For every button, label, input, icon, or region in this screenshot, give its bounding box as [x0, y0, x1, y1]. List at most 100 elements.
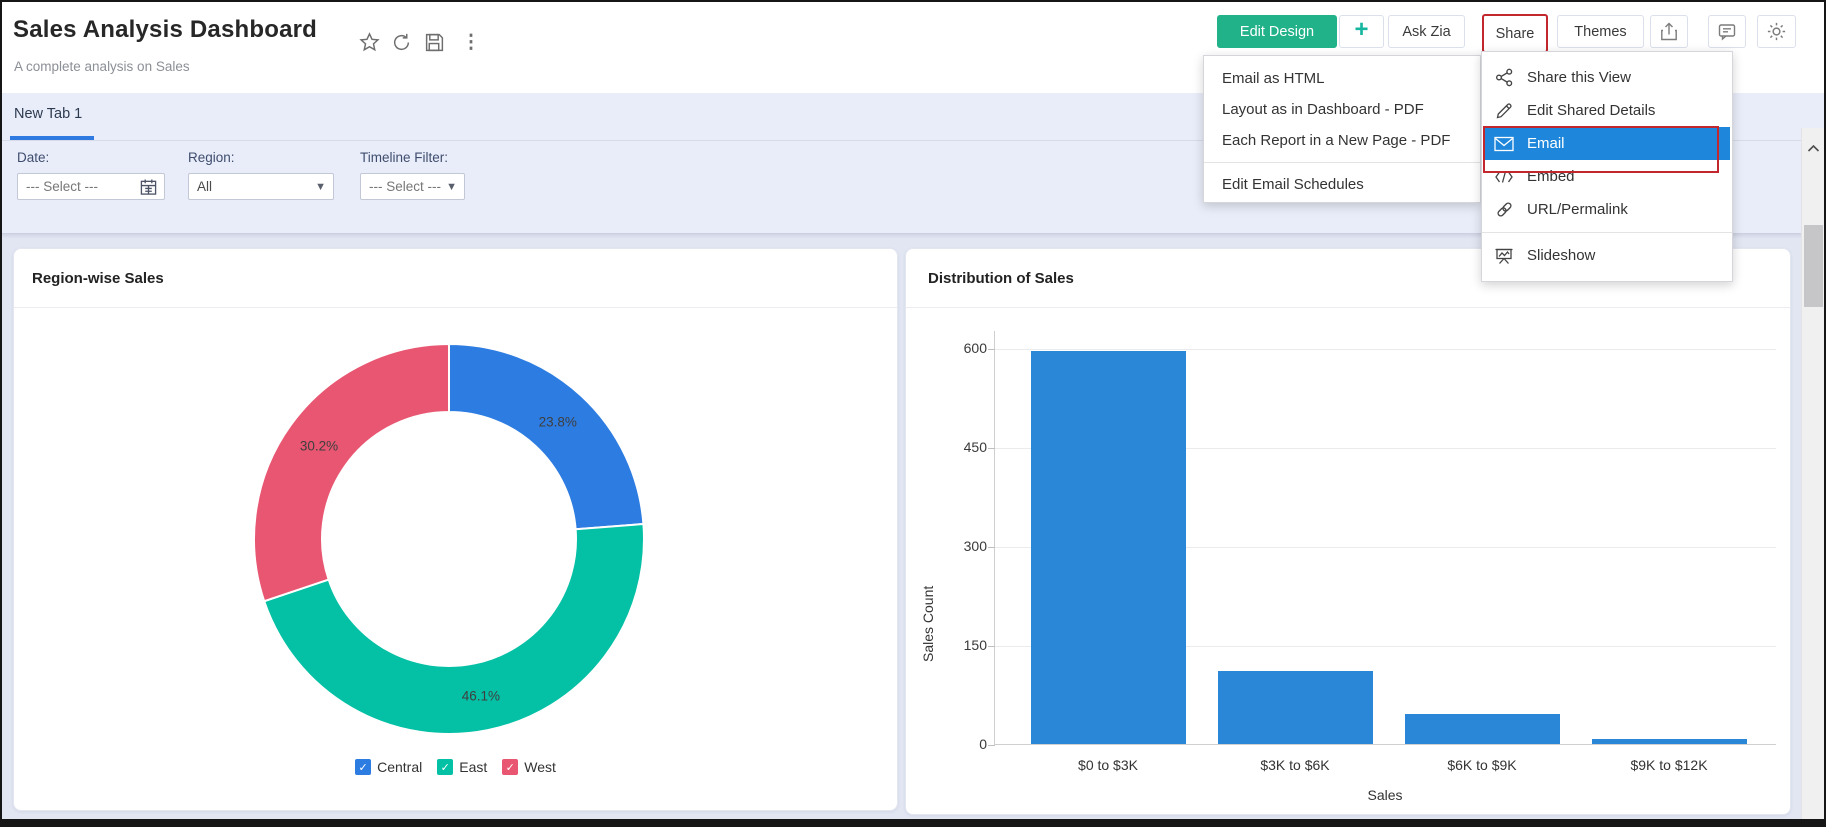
- pencil-icon: [1494, 102, 1514, 120]
- donut-chart[interactable]: [254, 344, 644, 734]
- active-tab-indicator: [10, 136, 94, 140]
- menu-item-email[interactable]: Email: [1484, 127, 1730, 160]
- menu-item-embed[interactable]: Embed: [1482, 160, 1732, 193]
- legend-item-central[interactable]: ✓ Central: [355, 759, 422, 775]
- themes-button[interactable]: Themes: [1557, 15, 1644, 48]
- legend-item-east[interactable]: ✓ East: [437, 759, 487, 775]
- email-options-menu: Email as HTML Layout as in Dashboard - PD…: [1203, 55, 1481, 203]
- comment-icon: [1717, 22, 1737, 42]
- kebab-menu-icon[interactable]: ⋮: [459, 30, 483, 54]
- bar-chart-plot-area: 0150300450600$0 to $3K$3K to $6K$6K to $…: [994, 331, 1776, 745]
- favorite-star-icon[interactable]: [357, 30, 381, 54]
- y-tick-mark: [988, 745, 995, 746]
- y-tick-mark: [988, 646, 995, 647]
- donut-slice-central[interactable]: [449, 344, 643, 529]
- embed-icon: [1494, 168, 1514, 186]
- refresh-icon[interactable]: [389, 30, 413, 54]
- comments-button[interactable]: [1708, 15, 1746, 48]
- y-tick-label: 600: [919, 340, 987, 356]
- timeline-filter-label: Timeline Filter:: [360, 150, 465, 165]
- menu-item-label: Email: [1527, 135, 1565, 152]
- donut-slice-west[interactable]: [254, 344, 449, 601]
- menu-item-label: Edit Email Schedules: [1222, 176, 1364, 193]
- export-button[interactable]: [1650, 15, 1688, 48]
- menu-item-slideshow[interactable]: Slideshow: [1482, 239, 1732, 272]
- region-wise-sales-card: Region-wise Sales 23.8% 46.1% 30.2% ✓ Centr…: [13, 248, 898, 811]
- date-filter-label: Date:: [17, 150, 165, 165]
- donut-percent-label: 23.8%: [539, 414, 577, 429]
- bar--9k-to-12k[interactable]: [1592, 739, 1747, 744]
- calendar-icon: [140, 178, 157, 195]
- menu-item-label: Each Report in a New Page - PDF: [1222, 132, 1450, 149]
- edit-design-button[interactable]: Edit Design: [1217, 15, 1337, 48]
- donut-percent-label: 46.1%: [462, 688, 500, 703]
- x-tick-label: $9K to $12K: [1589, 757, 1749, 773]
- y-tick-label: 150: [919, 637, 987, 653]
- legend-label: Central: [377, 759, 422, 775]
- link-icon: [1494, 201, 1514, 219]
- donut-chart-title: Region-wise Sales: [32, 270, 164, 287]
- tab-new-tab-1[interactable]: New Tab 1: [14, 106, 82, 122]
- menu-item-email-as-html[interactable]: Email as HTML: [1204, 63, 1480, 94]
- y-tick-label: 300: [919, 538, 987, 554]
- gridline: [995, 349, 1776, 350]
- chevron-down-icon: ▼: [315, 181, 326, 193]
- menu-item-url-permalink[interactable]: URL/Permalink: [1482, 193, 1732, 226]
- menu-divider: [1482, 232, 1732, 233]
- chevron-down-icon: ▼: [446, 181, 457, 193]
- menu-item-label: Email as HTML: [1222, 70, 1325, 87]
- donut-percent-label: 30.2%: [300, 438, 338, 453]
- menu-divider: [1204, 162, 1480, 163]
- slideshow-icon: [1494, 247, 1514, 265]
- vertical-scrollbar[interactable]: [1801, 128, 1824, 819]
- x-tick-label: $0 to $3K: [1028, 757, 1188, 773]
- legend-checkbox[interactable]: ✓: [437, 759, 453, 775]
- menu-item-label: Slideshow: [1527, 247, 1595, 264]
- y-tick-mark: [988, 547, 995, 548]
- menu-item-edit-shared-details[interactable]: Edit Shared Details: [1482, 94, 1732, 127]
- region-filter-label: Region:: [188, 150, 334, 165]
- chart-legend: ✓ Central ✓ East ✓ West: [14, 759, 897, 775]
- share-menu: Share this View Edit Shared Details Email E…: [1481, 51, 1733, 282]
- x-tick-label: $3K to $6K: [1215, 757, 1375, 773]
- gear-icon: [1766, 21, 1787, 42]
- menu-item-label: URL/Permalink: [1527, 201, 1628, 218]
- bar--6k-to-9k[interactable]: [1405, 714, 1560, 744]
- menu-item-label: Embed: [1527, 168, 1575, 185]
- legend-item-west[interactable]: ✓ West: [502, 759, 556, 775]
- legend-checkbox[interactable]: ✓: [355, 759, 371, 775]
- envelope-icon: [1494, 135, 1514, 153]
- legend-label: West: [524, 759, 556, 775]
- timeline-filter-select[interactable]: --- Select --- ▼: [360, 173, 465, 200]
- scroll-up-icon[interactable]: [1807, 140, 1820, 158]
- page-title: Sales Analysis Dashboard: [13, 16, 317, 44]
- scrollbar-thumb[interactable]: [1804, 225, 1823, 307]
- app-window: Sales Analysis Dashboard A complete anal…: [0, 0, 1826, 827]
- legend-checkbox[interactable]: ✓: [502, 759, 518, 775]
- menu-item-share-this-view[interactable]: Share this View: [1482, 61, 1732, 94]
- date-filter-select[interactable]: --- Select ---: [17, 173, 165, 200]
- y-tick-mark: [988, 349, 995, 350]
- export-icon: [1659, 22, 1679, 42]
- menu-item-edit-email-schedules[interactable]: Edit Email Schedules: [1204, 169, 1480, 200]
- legend-label: East: [459, 759, 487, 775]
- add-tab-button[interactable]: +: [1339, 15, 1384, 48]
- menu-item-each-report-in-a-new-page-pdf[interactable]: Each Report in a New Page - PDF: [1204, 125, 1480, 156]
- x-axis-title: Sales: [994, 787, 1776, 803]
- region-filter-select[interactable]: All ▼: [188, 173, 334, 200]
- y-tick-mark: [988, 448, 995, 449]
- share-button[interactable]: Share: [1482, 14, 1548, 53]
- bar--3k-to-6k[interactable]: [1218, 671, 1373, 744]
- page-subtitle: A complete analysis on Sales: [14, 59, 190, 74]
- bar--0-to-3k[interactable]: [1031, 351, 1186, 744]
- settings-button[interactable]: [1757, 15, 1796, 48]
- distribution-of-sales-card: Distribution of Sales Sales Count 015030…: [905, 248, 1791, 815]
- share-network-icon: [1494, 69, 1514, 87]
- x-tick-label: $6K to $9K: [1402, 757, 1562, 773]
- menu-item-layout-as-in-dashboard-pdf[interactable]: Layout as in Dashboard - PDF: [1204, 94, 1480, 125]
- menu-item-label: Share this View: [1527, 69, 1631, 86]
- ask-zia-button[interactable]: Ask Zia: [1388, 15, 1465, 48]
- save-icon[interactable]: [422, 30, 446, 54]
- y-tick-label: 0: [919, 736, 987, 752]
- bar-chart-title: Distribution of Sales: [928, 270, 1074, 287]
